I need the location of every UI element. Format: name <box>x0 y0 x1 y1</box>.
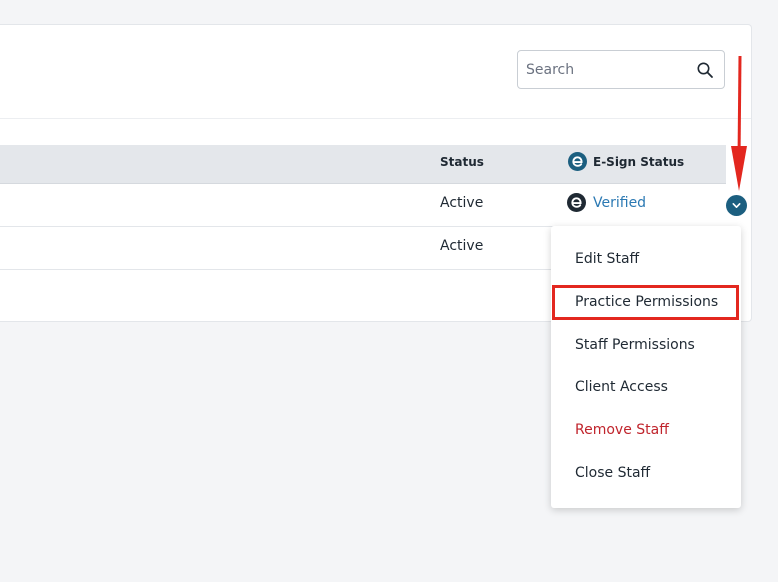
menu-item-staff-permissions[interactable]: Staff Permissions <box>551 327 741 363</box>
row-actions-dropdown-button[interactable] <box>726 195 747 216</box>
header-status: Status <box>440 155 484 169</box>
menu-item-edit-staff[interactable]: Edit Staff <box>551 241 741 277</box>
row-2-status: Active <box>440 238 484 254</box>
search-input[interactable]: Search <box>517 50 725 89</box>
esign-icon <box>568 152 587 171</box>
row-actions-menu: Edit Staff Practice Permissions Staff Pe… <box>551 226 741 508</box>
row-1-esign-status[interactable]: Verified <box>567 193 646 212</box>
verified-link[interactable]: Verified <box>593 195 646 211</box>
menu-item-remove-staff[interactable]: Remove Staff <box>551 412 741 448</box>
search-placeholder: Search <box>526 61 575 78</box>
header-esign-status: E-Sign Status <box>568 152 684 171</box>
header-esign-label: E-Sign Status <box>593 154 685 169</box>
toolbar-divider <box>0 118 751 119</box>
search-icon[interactable] <box>696 61 714 79</box>
menu-item-client-access[interactable]: Client Access <box>551 369 741 405</box>
menu-item-practice-permissions[interactable]: Practice Permissions <box>551 284 741 320</box>
esign-icon <box>567 193 586 212</box>
chevron-down-icon <box>732 203 741 208</box>
row-1-status: Active <box>440 195 484 211</box>
menu-item-close-staff[interactable]: Close Staff <box>551 455 741 491</box>
